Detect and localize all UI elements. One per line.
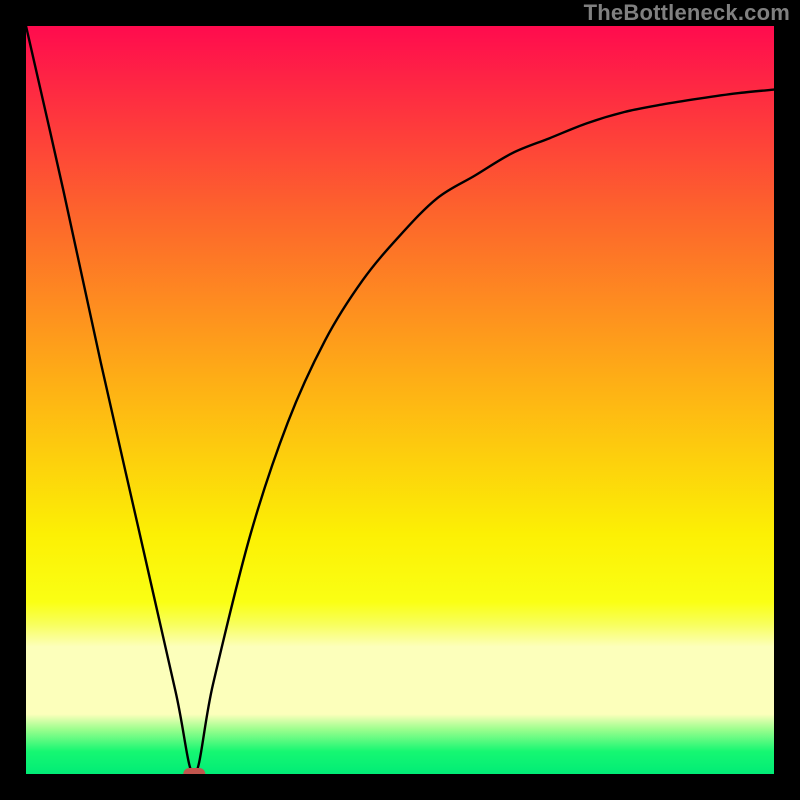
attribution-label: TheBottleneck.com	[584, 0, 790, 26]
chart-background	[26, 26, 774, 774]
minimum-marker	[183, 768, 205, 774]
chart-svg	[26, 26, 774, 774]
chart-frame: TheBottleneck.com	[0, 0, 800, 800]
bottleneck-chart	[26, 26, 774, 774]
